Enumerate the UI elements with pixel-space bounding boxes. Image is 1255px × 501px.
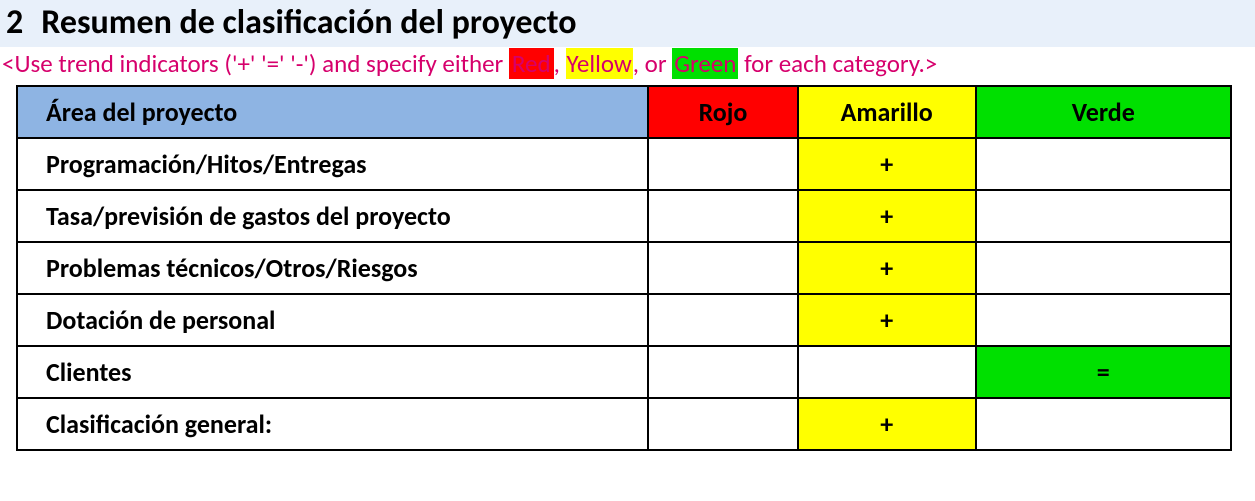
table-row: Dotación de personal + <box>17 294 1231 346</box>
cell-amarillo: + <box>798 398 976 450</box>
cell-verde <box>976 138 1231 190</box>
cell-verde <box>976 190 1231 242</box>
instruction-green-chip: Green <box>672 48 738 79</box>
table-row: Tasa/previsión de gastos del proyecto + <box>17 190 1231 242</box>
cell-area: Clasificación general: <box>17 398 648 450</box>
cell-verde <box>976 398 1231 450</box>
cell-area: Tasa/previsión de gastos del proyecto <box>17 190 648 242</box>
cell-area: Programación/Hitos/Entregas <box>17 138 648 190</box>
instruction-pre: <Use trend indicators ('+' '=' '-') and … <box>2 48 509 79</box>
cell-amarillo: + <box>798 190 976 242</box>
cell-rojo <box>648 190 798 242</box>
table-row: Programación/Hitos/Entregas + <box>17 138 1231 190</box>
cell-area: Dotación de personal <box>17 294 648 346</box>
section-number: 2 <box>6 2 23 43</box>
instruction-text: <Use trend indicators ('+' '=' '-') and … <box>0 47 1255 85</box>
instruction-sep1: , <box>554 48 566 79</box>
cell-amarillo: + <box>798 242 976 294</box>
instruction-yellow-chip: Yellow <box>566 48 633 79</box>
instruction-post: for each category.> <box>738 48 937 79</box>
cell-verde <box>976 294 1231 346</box>
cell-rojo <box>648 398 798 450</box>
classification-table: Área del proyecto Rojo Amarillo Verde Pr… <box>16 85 1232 451</box>
table-row: Clasificación general: + <box>17 398 1231 450</box>
header-rojo: Rojo <box>648 86 798 138</box>
header-verde: Verde <box>976 86 1231 138</box>
header-amarillo: Amarillo <box>798 86 976 138</box>
cell-rojo <box>648 138 798 190</box>
table-row: Problemas técnicos/Otros/Riesgos + <box>17 242 1231 294</box>
instruction-sep2: , or <box>633 48 672 79</box>
table-row: Clientes = <box>17 346 1231 398</box>
cell-area: Problemas técnicos/Otros/Riesgos <box>17 242 648 294</box>
header-area: Área del proyecto <box>17 86 648 138</box>
cell-rojo <box>648 242 798 294</box>
table-header-row: Área del proyecto Rojo Amarillo Verde <box>17 86 1231 138</box>
cell-area: Clientes <box>17 346 648 398</box>
cell-verde: = <box>976 346 1231 398</box>
cell-rojo <box>648 294 798 346</box>
instruction-red-chip: Red <box>509 48 554 79</box>
cell-rojo <box>648 346 798 398</box>
cell-amarillo: + <box>798 138 976 190</box>
classification-table-wrap: Área del proyecto Rojo Amarillo Verde Pr… <box>0 85 1255 451</box>
section-header: 2 Resumen de clasificación del proyecto <box>0 0 1255 47</box>
cell-amarillo: + <box>798 294 976 346</box>
section-title: Resumen de clasificación del proyecto <box>41 2 576 43</box>
cell-verde <box>976 242 1231 294</box>
cell-amarillo <box>798 346 976 398</box>
